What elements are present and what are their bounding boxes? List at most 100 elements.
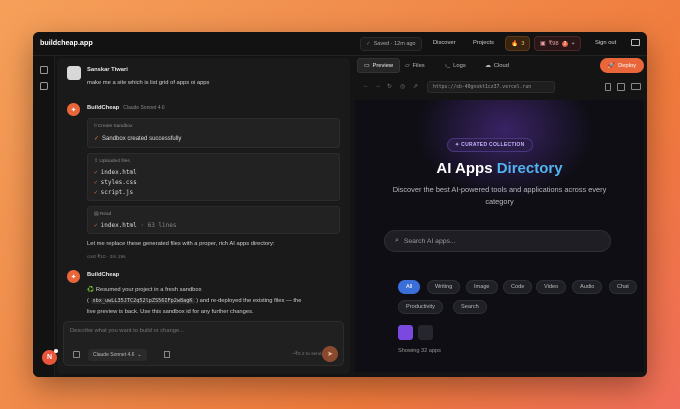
credits-pill[interactable]: ▣ ₹98 2 + [534, 36, 581, 51]
deploy-label: Deploy [618, 62, 637, 69]
chip-writing[interactable]: Writing [427, 280, 461, 294]
tab-label: Preview [372, 62, 394, 69]
saved-label: Saved · 12m ago [373, 41, 416, 47]
tool-create-sandbox[interactable]: ⌑ Create Sandbox ✓ Sandbox created succes… [87, 118, 340, 148]
chip-code[interactable]: Code [503, 280, 533, 294]
projects-link[interactable]: Projects [473, 40, 494, 46]
top-bar: buildcheap.app ✓ Saved · 12m ago Discove… [33, 32, 647, 56]
chip-video[interactable]: Video [536, 280, 567, 294]
chip-all[interactable]: All [398, 280, 421, 294]
line-count: · 63 lines [140, 222, 177, 229]
bot-name: BuildCheap [87, 272, 120, 278]
saved-status: ✓ Saved · 12m ago [360, 37, 422, 51]
tab-files[interactable]: ▱ Files [399, 58, 431, 73]
search-input[interactable]: ⌕ Search AI apps... [384, 230, 611, 252]
bot-text: Let me replace these generated files wit… [87, 241, 275, 247]
desktop-view-icon[interactable] [631, 83, 641, 90]
sandbox-id: sbx_uwLL35JTC2q52lpZS56IFp2w8agK [90, 298, 195, 304]
left-rail [33, 56, 55, 377]
check-icon: ✓ [94, 189, 98, 196]
send-button[interactable]: ➤ [322, 346, 338, 362]
brand-logo[interactable]: buildcheap.app [40, 38, 93, 47]
model-select[interactable]: Claude Sonnet 4.6 ⌄ [88, 349, 147, 361]
results-count: Showing 32 apps [398, 348, 441, 354]
page-subtitle: Discover the best AI-powered tools and a… [392, 185, 607, 206]
tab-preview[interactable]: ▭ Preview [357, 58, 401, 73]
read-item: ✓ index.html · 63 lines [94, 222, 177, 229]
prompt-input[interactable]: Describe what you want to build or chang… [70, 328, 184, 334]
chat-icon[interactable] [40, 82, 48, 90]
site-preview: ✦ CURATED COLLECTION AI Apps Directory D… [355, 100, 644, 372]
folder-icon: ▱ [405, 62, 410, 69]
buildcheap-avatar: ✦ [67, 103, 80, 116]
curated-badge: ✦ CURATED COLLECTION [447, 138, 533, 152]
file-name: index.html [100, 222, 137, 229]
wallet-icon: ▣ [540, 40, 546, 47]
file-attach-icon[interactable] [164, 351, 170, 358]
tab-label: Cloud [493, 62, 509, 69]
image-attach-icon[interactable] [73, 351, 80, 358]
file-item: ✓ script.js [94, 189, 133, 196]
tab-label: Logs [453, 62, 466, 69]
bot-model: Claude Sonnet 4.6 [123, 105, 165, 111]
deploy-button[interactable]: 🚀 Deploy [600, 58, 644, 73]
page-title: AI Apps Directory [355, 160, 644, 177]
monitor-icon: ▭ [364, 62, 370, 69]
tab-logs[interactable]: ›_ Logs [439, 58, 472, 73]
chip-chat[interactable]: Chat [609, 280, 637, 294]
file-name: index.html [100, 169, 137, 176]
title-accent: Directory [496, 160, 563, 177]
file-name: script.js [100, 189, 134, 196]
tab-label: Files [412, 62, 425, 69]
fire-icon: 🔥 [511, 40, 519, 47]
user-text: make me a site which is list grid of app… [87, 80, 210, 86]
check-icon: ✓ [94, 179, 98, 186]
title-main: AI Apps [436, 160, 497, 177]
compass-icon[interactable]: ◎ [400, 83, 405, 90]
chip-image[interactable]: Image [466, 280, 498, 294]
rocket-icon: 🚀 [607, 62, 616, 69]
streak-count: 3 [521, 40, 525, 47]
list-view-button[interactable] [418, 325, 433, 340]
tab-cloud[interactable]: ☁ Cloud [479, 58, 515, 73]
credits-amount: ₹98 [548, 40, 559, 47]
tool-line-text: Sandbox created successfully [102, 136, 182, 142]
file-name: styles.css [100, 179, 137, 186]
chat-panel: Sanskar Tiwari make me a site which is l… [57, 58, 350, 374]
discover-link[interactable]: Discover [433, 40, 456, 46]
reload-icon[interactable]: ↻ [387, 83, 392, 90]
user-name: Sanskar Tiwari [87, 67, 128, 73]
model-select-label: Claude Sonnet 4.6 [93, 352, 135, 358]
check-icon: ✓ [94, 222, 98, 229]
external-link-icon[interactable]: ⇗ [413, 83, 418, 90]
tool-header: ⇪ Uploaded files [94, 159, 130, 164]
chip-search[interactable]: Search [453, 300, 487, 314]
chip-productivity[interactable]: Productivity [398, 300, 443, 314]
account-avatar[interactable]: N [42, 349, 58, 365]
tool-header-label: Read [99, 212, 112, 217]
tool-read[interactable]: ▤ Read ✓ index.html · 63 lines [87, 206, 340, 234]
chip-audio[interactable]: Audio [572, 280, 603, 294]
signout-link[interactable]: Sign out [595, 40, 616, 46]
cost-hint: ~₹0.2 to send [292, 352, 322, 357]
check-icon: ✓ [366, 41, 371, 47]
cloud-icon: ☁ [485, 62, 491, 69]
tool-uploaded-files[interactable]: ⇪ Uploaded files ✓ index.html ✓ styles.css… [87, 153, 340, 201]
terminal-icon: ›_ [445, 62, 451, 69]
chat-composer[interactable]: Describe what you want to build or chang… [63, 321, 344, 366]
sidebar-toggle-icon[interactable] [40, 66, 48, 74]
bot-text-cont: and re-deployed the existing files — the [199, 298, 302, 304]
credits-badge: 2 [561, 40, 569, 47]
grid-view-button[interactable] [398, 325, 413, 340]
bot-name-label: BuildCheap [87, 105, 120, 111]
bot-text: ♻️ Resumed your project in a fresh sandb… [87, 287, 202, 293]
url-field[interactable]: https://sb-40gnokt1cz37.vercel.run [427, 81, 555, 93]
bot-text: live preview is back. Use this sandbox i… [87, 309, 254, 315]
back-icon[interactable]: ← [363, 83, 369, 89]
tablet-view-icon[interactable] [617, 83, 625, 91]
bot-name: BuildCheap Claude Sonnet 4.6 [87, 105, 165, 111]
streak-pill[interactable]: 🔥 3 [505, 36, 531, 51]
monitor-icon[interactable] [631, 39, 640, 46]
forward-icon[interactable]: → [375, 83, 381, 89]
mobile-view-icon[interactable] [605, 83, 611, 91]
